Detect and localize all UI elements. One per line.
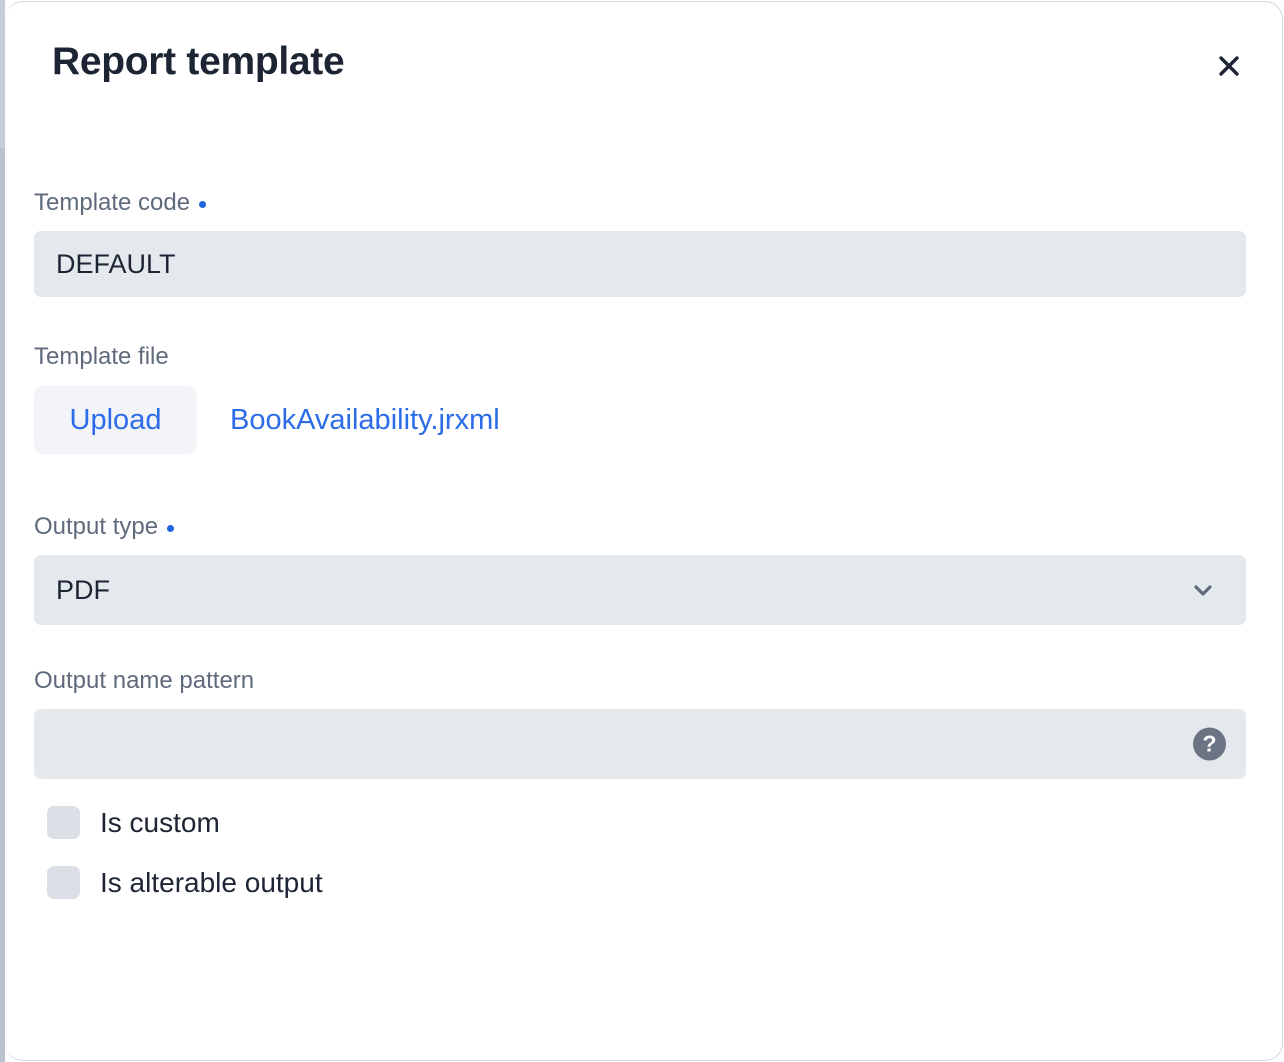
field-output-name-pattern: Output name pattern ? bbox=[34, 666, 1246, 779]
field-label-template-code: Template code bbox=[34, 188, 1246, 218]
field-label-output-name-pattern: Output name pattern bbox=[34, 666, 1246, 696]
template-file-link[interactable]: BookAvailability.jrxml bbox=[230, 404, 500, 437]
template-code-value: DEFAULT bbox=[56, 248, 176, 279]
help-icon-glyph: ? bbox=[1202, 730, 1217, 757]
field-output-type: Output type PDF bbox=[34, 512, 1246, 625]
field-label-text: Template code bbox=[34, 189, 191, 216]
template-file-row: Upload BookAvailability.jrxml bbox=[34, 386, 1246, 454]
field-label-output-type: Output type bbox=[34, 512, 1246, 542]
report-template-dialog: Report template Template code DEFAULT Te… bbox=[5, 1, 1283, 1061]
required-indicator-icon bbox=[199, 201, 207, 208]
field-label-text: Output type bbox=[34, 513, 159, 540]
help-icon[interactable]: ? bbox=[1193, 727, 1226, 761]
chevron-down-icon bbox=[1188, 575, 1224, 605]
required-indicator-icon bbox=[167, 525, 175, 532]
checkbox-box[interactable] bbox=[47, 806, 80, 839]
output-type-select[interactable]: PDF bbox=[34, 555, 1246, 625]
checkbox-is-alterable-output[interactable]: Is alterable output bbox=[47, 866, 323, 899]
output-name-pattern-input[interactable]: ? bbox=[34, 709, 1246, 779]
upload-button[interactable]: Upload bbox=[34, 386, 197, 454]
field-label-template-file: Template file bbox=[34, 342, 1246, 372]
field-template-code: Template code DEFAULT bbox=[34, 188, 1246, 297]
close-icon bbox=[1214, 51, 1244, 81]
field-label-text: Output name pattern bbox=[34, 667, 255, 694]
checkbox-is-custom[interactable]: Is custom bbox=[47, 806, 220, 839]
template-code-input[interactable]: DEFAULT bbox=[34, 231, 1246, 297]
upload-button-label: Upload bbox=[69, 403, 162, 436]
checkbox-label: Is custom bbox=[100, 806, 220, 838]
close-button[interactable] bbox=[1201, 38, 1257, 94]
output-type-value: PDF bbox=[56, 574, 110, 605]
screen: Report template Template code DEFAULT Te… bbox=[0, 0, 1284, 1062]
dialog-header: Report template bbox=[5, 2, 1282, 132]
field-template-file: Template file Upload BookAvailability.jr… bbox=[34, 342, 1246, 454]
checkbox-box[interactable] bbox=[47, 866, 80, 899]
page-title: Report template bbox=[52, 40, 345, 83]
field-label-text: Template file bbox=[34, 343, 169, 370]
checkbox-label: Is alterable output bbox=[100, 866, 323, 898]
